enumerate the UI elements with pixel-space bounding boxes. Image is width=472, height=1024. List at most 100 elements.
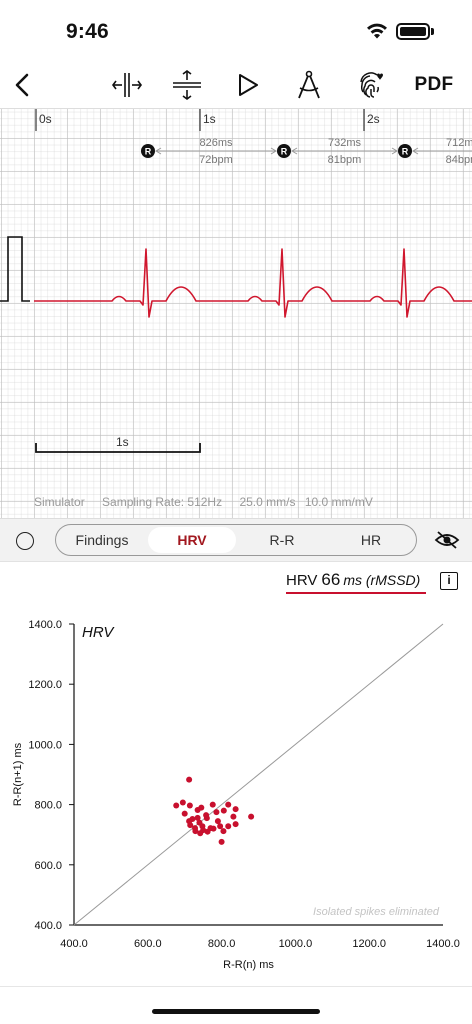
chart-title: HRV bbox=[82, 624, 115, 641]
rr-interval-ms: 732ms bbox=[328, 137, 362, 149]
x-tick-label: 1400.0 bbox=[426, 938, 460, 950]
pdf-label: PDF bbox=[414, 74, 454, 95]
status-time: 9:46 bbox=[66, 20, 109, 43]
gain-label: 10.0 mm/mV bbox=[304, 495, 373, 509]
tab-findings[interactable]: Findings bbox=[58, 527, 146, 553]
scatter-point bbox=[230, 813, 237, 820]
scatter-point bbox=[225, 823, 232, 830]
scatter-point bbox=[248, 813, 255, 820]
scatter-point bbox=[220, 807, 227, 814]
scatter-point bbox=[186, 818, 193, 825]
bottom-separator bbox=[0, 986, 472, 987]
rr-interval-bpm: 81bpm bbox=[328, 154, 362, 166]
touch-id-button[interactable] bbox=[354, 66, 388, 104]
ecg-canvas: 826ms 72bpm 732ms 81bpm 712ms 84bpm R R R bbox=[0, 109, 472, 453]
chevron-left-icon bbox=[15, 73, 29, 97]
hrv-underline bbox=[286, 592, 426, 594]
wifi-icon bbox=[367, 23, 387, 39]
scatter-point bbox=[203, 815, 210, 822]
scatter-point bbox=[186, 776, 193, 783]
scatter-point bbox=[213, 809, 220, 816]
scatter-point bbox=[179, 799, 186, 806]
source-label: Simulator bbox=[34, 495, 85, 509]
r-peak-label: R bbox=[402, 147, 409, 157]
eye-slash-icon[interactable] bbox=[434, 530, 460, 550]
rr-interval-bpm: 72bpm bbox=[199, 154, 233, 166]
battery-icon bbox=[396, 23, 430, 40]
tab-hr[interactable]: HR bbox=[328, 527, 414, 553]
scatter-point bbox=[181, 810, 188, 817]
scatter-point bbox=[220, 828, 227, 835]
scatter-point bbox=[232, 821, 239, 828]
segmented-control: Findings HRV R-R HR bbox=[55, 524, 417, 556]
x-axis-label: R-R(n) ms bbox=[223, 959, 274, 971]
scatter-point bbox=[186, 802, 193, 809]
scatter-point bbox=[210, 825, 217, 832]
record-circle-icon[interactable] bbox=[16, 532, 34, 550]
horizontal-scale-icon bbox=[112, 73, 142, 97]
y-tick-label: 1200.0 bbox=[28, 679, 62, 691]
scatter-point bbox=[209, 801, 216, 808]
compass-icon bbox=[298, 70, 320, 99]
scatter-point bbox=[197, 830, 204, 837]
export-pdf-button[interactable]: PDF bbox=[414, 66, 454, 104]
rr-interval-bpm: 84bpm bbox=[446, 154, 472, 166]
ecg-strip[interactable]: 826ms72bpm732ms81bpm712ms84bpmRRR 0s 1s … bbox=[0, 108, 472, 518]
calibration-pulse bbox=[0, 236, 30, 302]
play-button[interactable] bbox=[232, 66, 264, 104]
info-button[interactable]: i bbox=[440, 572, 458, 590]
paper-speed-label: 25.0 mm/s bbox=[239, 495, 296, 509]
y-axis-label: R-R(n+1) ms bbox=[12, 742, 24, 806]
y-tick-label: 400.0 bbox=[34, 920, 62, 932]
ecg-trace bbox=[34, 248, 472, 318]
chart-annotation: Isolated spikes eliminated bbox=[313, 906, 440, 918]
rr-interval-ms: 712ms bbox=[446, 137, 472, 149]
scatter-point bbox=[194, 814, 201, 821]
identity-line bbox=[73, 623, 444, 926]
y-tick-label: 1400.0 bbox=[28, 619, 62, 631]
tab-rr[interactable]: R-R bbox=[238, 527, 326, 553]
time-tick-1s: 1s bbox=[203, 112, 216, 126]
toolbar: PDF bbox=[0, 62, 472, 108]
scale-bar-label: 1s bbox=[116, 435, 129, 449]
tab-hrv[interactable]: HRV bbox=[148, 527, 236, 553]
x-tick-label: 800.0 bbox=[208, 938, 236, 950]
hrv-summary: HRV 66 ms (rMSSD) bbox=[286, 570, 420, 594]
scatter-point bbox=[194, 807, 201, 814]
scatter-point bbox=[173, 802, 180, 809]
x-tick-label: 1000.0 bbox=[279, 938, 313, 950]
ecg-footer: Simulator Sampling Rate: 512Hz 25.0 mm/s… bbox=[34, 495, 373, 509]
x-tick-label: 1200.0 bbox=[352, 938, 386, 950]
scatter-point bbox=[218, 838, 225, 845]
tab-bar: Findings HRV R-R HR bbox=[0, 518, 472, 562]
fingerprint-heart-icon bbox=[360, 72, 383, 98]
battery-tip bbox=[431, 28, 434, 35]
status-bar: 9:46 bbox=[0, 0, 472, 62]
home-indicator bbox=[152, 1009, 320, 1014]
hrv-unit: ms (rMSSD) bbox=[343, 572, 421, 588]
play-icon bbox=[239, 74, 258, 96]
r-peak-label: R bbox=[145, 147, 152, 157]
scatter-point bbox=[214, 818, 221, 825]
y-tick-label: 800.0 bbox=[34, 800, 62, 812]
scatter-point bbox=[232, 806, 239, 813]
rr-interval-ms: 826ms bbox=[199, 137, 233, 149]
y-tick-label: 600.0 bbox=[34, 860, 62, 872]
time-tick-2s: 2s bbox=[367, 112, 380, 126]
back-button[interactable] bbox=[6, 66, 38, 104]
scatter-point bbox=[204, 828, 211, 835]
vertical-zoom-button[interactable] bbox=[170, 66, 204, 104]
sampling-rate-label: Sampling Rate: 512Hz bbox=[102, 495, 223, 509]
vertical-scale-icon bbox=[173, 70, 201, 100]
time-tick-0s: 0s bbox=[39, 112, 52, 126]
scatter-point bbox=[225, 801, 232, 808]
poincare-plot: 400.0 600.0 800.0 1000.0 1200.0 1400.0 400.0 60… bbox=[12, 619, 460, 971]
x-tick-label: 600.0 bbox=[134, 938, 162, 950]
hrv-label: HRV bbox=[286, 572, 318, 589]
caliper-button[interactable] bbox=[292, 66, 326, 104]
r-peak-label: R bbox=[281, 147, 288, 157]
hrv-value: 66 bbox=[321, 570, 341, 589]
rr-annotations: 826ms 72bpm 732ms 81bpm 712ms 84bpm R R R bbox=[141, 137, 472, 166]
horizontal-zoom-button[interactable] bbox=[110, 66, 144, 104]
y-tick-label: 1000.0 bbox=[28, 739, 62, 751]
